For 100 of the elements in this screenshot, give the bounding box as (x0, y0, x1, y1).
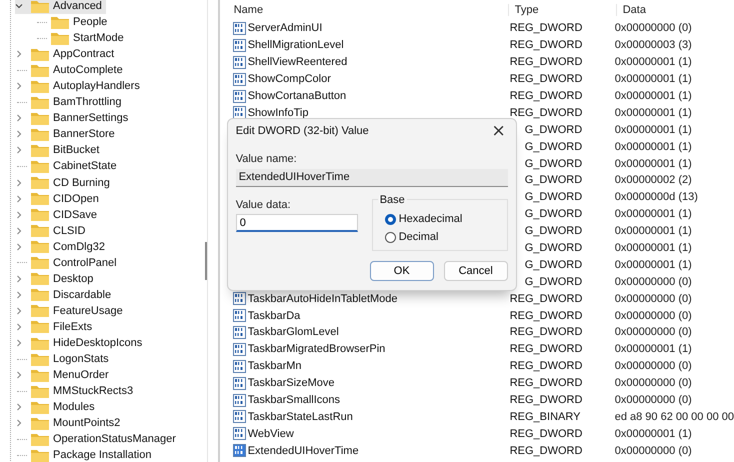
tree-item[interactable]: CLSID (15, 222, 90, 239)
column-header[interactable]: Type (508, 4, 617, 16)
tree-item[interactable]: ComDlg32 (15, 238, 109, 255)
value-data: ed a8 90 62 00 00 00 00 (614, 410, 734, 423)
value-name-field[interactable]: ExtendedUIHoverTime (236, 169, 508, 187)
dialog-title: Edit DWORD (32-bit) Value (236, 125, 369, 137)
folder-icon (31, 240, 49, 254)
folder-icon (31, 416, 49, 430)
tree-item[interactable]: Modules (15, 399, 99, 416)
value-type: G_DWORD (524, 225, 584, 238)
tree-item[interactable]: Discardable (15, 286, 116, 303)
tree-item[interactable]: BannerStore (15, 126, 119, 142)
value-name[interactable]: TaskbarStateLastRun (248, 410, 353, 423)
scrollbar-thumb[interactable] (205, 242, 207, 280)
value-name[interactable]: TaskbarMigratedBrowserPin (248, 343, 386, 356)
value-type: REG_BINARY (508, 410, 582, 423)
radio-button[interactable] (384, 214, 396, 224)
value-type: G_DWORD (524, 276, 584, 288)
close-button[interactable]: × (489, 122, 508, 140)
value-name[interactable]: TaskbarGlomLevel (248, 326, 339, 338)
value-name[interactable]: TaskbarAutoHideInTabletMode (248, 292, 398, 305)
value-name[interactable]: TaskbarMn (248, 360, 302, 372)
tree-item[interactable]: ControlPanel (15, 254, 121, 271)
tree-item[interactable]: BamThrottling (15, 94, 126, 110)
tree-item[interactable]: FileExts (15, 318, 96, 335)
value-name[interactable]: ShellMigrationLevel (248, 39, 344, 52)
value-name[interactable]: TaskbarSmallIcons (248, 394, 340, 406)
tree-item[interactable]: CD Burning (15, 174, 114, 191)
folder-icon (31, 272, 49, 286)
folder-icon (31, 144, 49, 157)
tree-item[interactable]: CIDOpen (15, 190, 103, 207)
tree-item[interactable]: MenuOrder (15, 367, 113, 384)
value-data: 0x00000001 (1) (614, 106, 693, 119)
folder-icon (31, 256, 49, 270)
tree-item[interactable]: AutoComplete (15, 62, 127, 78)
value-data: 0x00000001 (1) (614, 73, 693, 86)
value-name[interactable]: ShowInfoTip (248, 106, 308, 119)
tree-item[interactable]: AutoplayHandlers (15, 78, 144, 94)
value-type: REG_DWORD (508, 444, 584, 457)
folder-icon (31, 320, 49, 334)
folder-icon (31, 352, 49, 366)
folder-icon (31, 208, 49, 222)
field-label: Value data: (236, 199, 292, 211)
tree-item[interactable]: FeatureUsage (15, 302, 127, 319)
value-type: REG_DWORD (508, 90, 584, 102)
value-data: 0x00000000 (0) (614, 22, 693, 34)
tree-item[interactable]: AppContract (15, 46, 118, 62)
value-data: 0x00000000 (0) (614, 310, 693, 322)
value-name[interactable]: ShowCompColor (248, 73, 331, 86)
tree-item[interactable]: CIDSave (15, 206, 102, 223)
value-name[interactable]: ShowCortanaButton (248, 90, 346, 102)
radio-label[interactable]: Hexadecimal (398, 213, 462, 225)
tree-item[interactable]: BitBucket (15, 142, 104, 158)
radio-label[interactable]: Decimal (398, 231, 438, 243)
tree-item[interactable]: StartMode (35, 30, 128, 46)
value-name[interactable]: ShellViewReentered (248, 56, 348, 68)
value-name[interactable]: TaskbarSizeMove (248, 377, 335, 390)
folder-icon (31, 128, 49, 141)
tree-item[interactable]: Desktop (15, 270, 98, 287)
value-type: REG_DWORD (508, 377, 584, 390)
value-name[interactable]: ExtendedUIHoverTime (248, 444, 359, 457)
value-name[interactable]: WebView (248, 428, 294, 440)
tree-item[interactable]: LogonStats (15, 351, 113, 368)
tree-item[interactable]: MMStuckRects3 (15, 383, 138, 400)
radio-button[interactable] (384, 232, 396, 242)
value-data: 0x00000003 (3) (614, 39, 693, 52)
folder-icon (31, 48, 49, 61)
folder-icon (31, 0, 49, 13)
value-type: G_DWORD (524, 124, 584, 136)
tree-item[interactable]: Advanced (15, 0, 106, 14)
folder-icon (31, 432, 49, 446)
tree-item[interactable]: People (35, 14, 112, 30)
value-data: 0x00000000 (0) (614, 276, 693, 288)
tree-item[interactable]: OperationStatusManager (15, 431, 180, 448)
folder-icon (31, 384, 49, 398)
value-type: G_DWORD (524, 208, 584, 220)
value-data: 0x00000001 (1) (614, 258, 693, 271)
dialog-button[interactable]: Cancel (444, 261, 508, 281)
value-data: 0x00000001 (1) (614, 208, 693, 220)
value-type: REG_DWORD (508, 360, 584, 372)
value-name[interactable]: TaskbarDa (248, 310, 300, 322)
folder-icon (51, 32, 69, 45)
dialog-button[interactable]: OK (370, 261, 434, 281)
value-data: 0x00000000 (0) (614, 292, 693, 305)
tree-item[interactable]: CabinetState (15, 158, 121, 175)
column-header[interactable]: Name (222, 4, 509, 16)
tree-item[interactable]: BannerSettings (15, 110, 132, 126)
tree-item[interactable]: Package Installation (15, 447, 156, 462)
value-data-field[interactable]: 0 (236, 214, 358, 232)
value-data: 0x00000002 (2) (614, 174, 693, 186)
column-header[interactable]: Data (616, 4, 734, 16)
tree-item[interactable]: MountPoints2 (15, 415, 124, 432)
value-type: G_DWORD (524, 174, 584, 186)
value-type: G_DWORD (524, 242, 584, 254)
value-type: G_DWORD (524, 191, 584, 204)
value-name[interactable]: ServerAdminUI (248, 22, 322, 34)
folder-icon (31, 80, 49, 93)
value-data: 0x00000000 (0) (614, 444, 693, 457)
value-type: REG_DWORD (508, 73, 584, 86)
tree-item[interactable]: HideDesktopIcons (15, 334, 146, 352)
